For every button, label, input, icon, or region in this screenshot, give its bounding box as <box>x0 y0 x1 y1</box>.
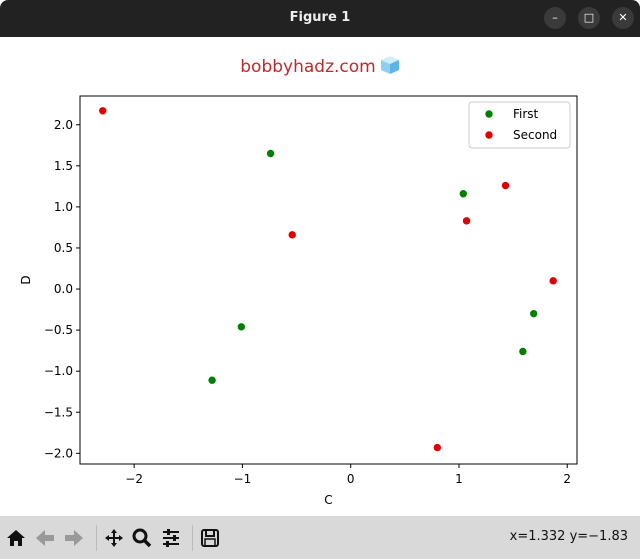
toolbar-separator <box>96 525 97 551</box>
figure-title: bobbyhadz.com <box>240 57 376 77</box>
window-titlebar: Figure 1 – □ ✕ <box>0 0 640 37</box>
toolbar: x=1.332 y=−1.83 <box>0 516 640 559</box>
figure-title-wrap: bobbyhadz.com <box>0 55 640 77</box>
home-icon[interactable] <box>6 528 26 548</box>
close-button[interactable]: ✕ <box>612 7 634 29</box>
forward-arrow-icon[interactable] <box>64 528 84 548</box>
zoom-icon[interactable] <box>132 528 152 548</box>
configure-subplots-icon[interactable] <box>161 528 181 548</box>
figure-canvas <box>0 37 640 516</box>
pan-icon[interactable] <box>104 528 124 548</box>
minimize-button[interactable]: – <box>544 7 566 29</box>
ice-cube-icon <box>380 56 399 74</box>
back-arrow-icon[interactable] <box>35 528 55 548</box>
save-icon[interactable] <box>200 528 220 548</box>
cursor-coordinates: x=1.332 y=−1.83 <box>509 529 628 544</box>
maximize-button[interactable]: □ <box>578 7 600 29</box>
toolbar-separator <box>192 525 193 551</box>
